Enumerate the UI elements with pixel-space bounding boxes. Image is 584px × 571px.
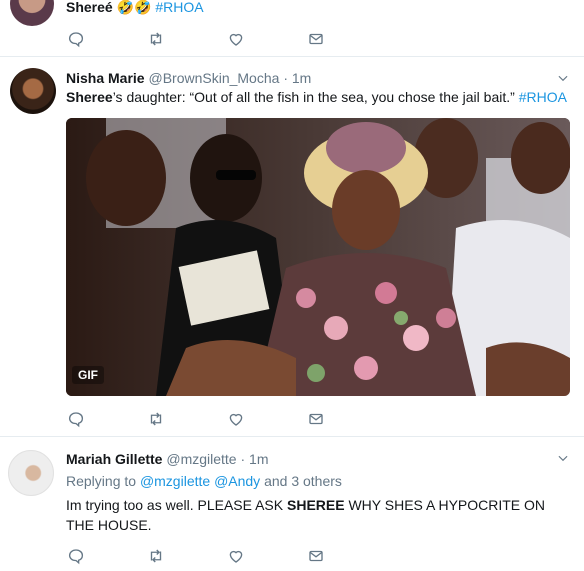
timestamp[interactable]: · 1m <box>283 70 311 86</box>
avatar[interactable] <box>10 68 56 114</box>
avatar[interactable] <box>8 450 54 496</box>
message-icon[interactable] <box>306 546 326 566</box>
like-icon[interactable] <box>226 546 246 566</box>
retweet-icon[interactable] <box>146 409 166 429</box>
hashtag-link[interactable]: #RHOA <box>519 89 567 105</box>
tweet-actions <box>66 546 366 566</box>
mention-bold: Sheree <box>66 89 113 105</box>
chevron-down-icon[interactable] <box>556 71 570 85</box>
retweet-icon[interactable] <box>146 29 166 49</box>
tweet-actions <box>66 409 366 429</box>
tweet-text: Im trying too as well. PLEASE ASK SHEREE… <box>66 497 546 533</box>
tweet-nisha-marie[interactable]: Nisha Marie @BrownSkin_Mocha · 1m Sheree… <box>0 57 584 437</box>
replying-to: Replying to @mzgilette @Andy and 3 other… <box>66 473 342 489</box>
tweet-text: Sheree’s daughter: “Out of all the fish … <box>66 89 567 105</box>
avatar[interactable] <box>10 0 54 26</box>
gif-image <box>66 118 570 396</box>
reply-icon[interactable] <box>66 29 86 49</box>
chevron-down-icon[interactable] <box>556 451 570 465</box>
emoji: 🤣🤣 <box>116 0 152 15</box>
author-name[interactable]: Shereé <box>66 0 113 15</box>
bold-text: SHEREE <box>287 497 345 513</box>
like-icon[interactable] <box>226 409 246 429</box>
retweet-icon[interactable] <box>146 546 166 566</box>
message-icon[interactable] <box>306 29 326 49</box>
reply-mention-link[interactable]: @mzgilette <box>140 473 210 489</box>
timestamp[interactable]: · 1m <box>240 451 268 467</box>
gif-badge: GIF <box>72 366 104 384</box>
author-name[interactable]: Mariah Gillette <box>66 451 162 467</box>
tweet-actions <box>66 29 366 49</box>
message-icon[interactable] <box>306 409 326 429</box>
reply-icon[interactable] <box>66 409 86 429</box>
tweet-mariah-gillette[interactable]: Mariah Gillette @mzgilette · 1m Replying… <box>0 437 584 571</box>
like-icon[interactable] <box>226 29 246 49</box>
gif-media[interactable]: GIF <box>66 118 570 396</box>
author-handle[interactable]: @mzgilette <box>166 451 236 467</box>
tweet-sheree[interactable]: Shereé 🤣🤣 #RHOA <box>0 0 584 57</box>
hashtag-link[interactable]: #RHOA <box>155 0 203 15</box>
author-handle[interactable]: @BrownSkin_Mocha <box>148 70 279 86</box>
reply-mention-link[interactable]: @Andy <box>214 473 260 489</box>
author-name[interactable]: Nisha Marie <box>66 70 145 86</box>
reply-icon[interactable] <box>66 546 86 566</box>
